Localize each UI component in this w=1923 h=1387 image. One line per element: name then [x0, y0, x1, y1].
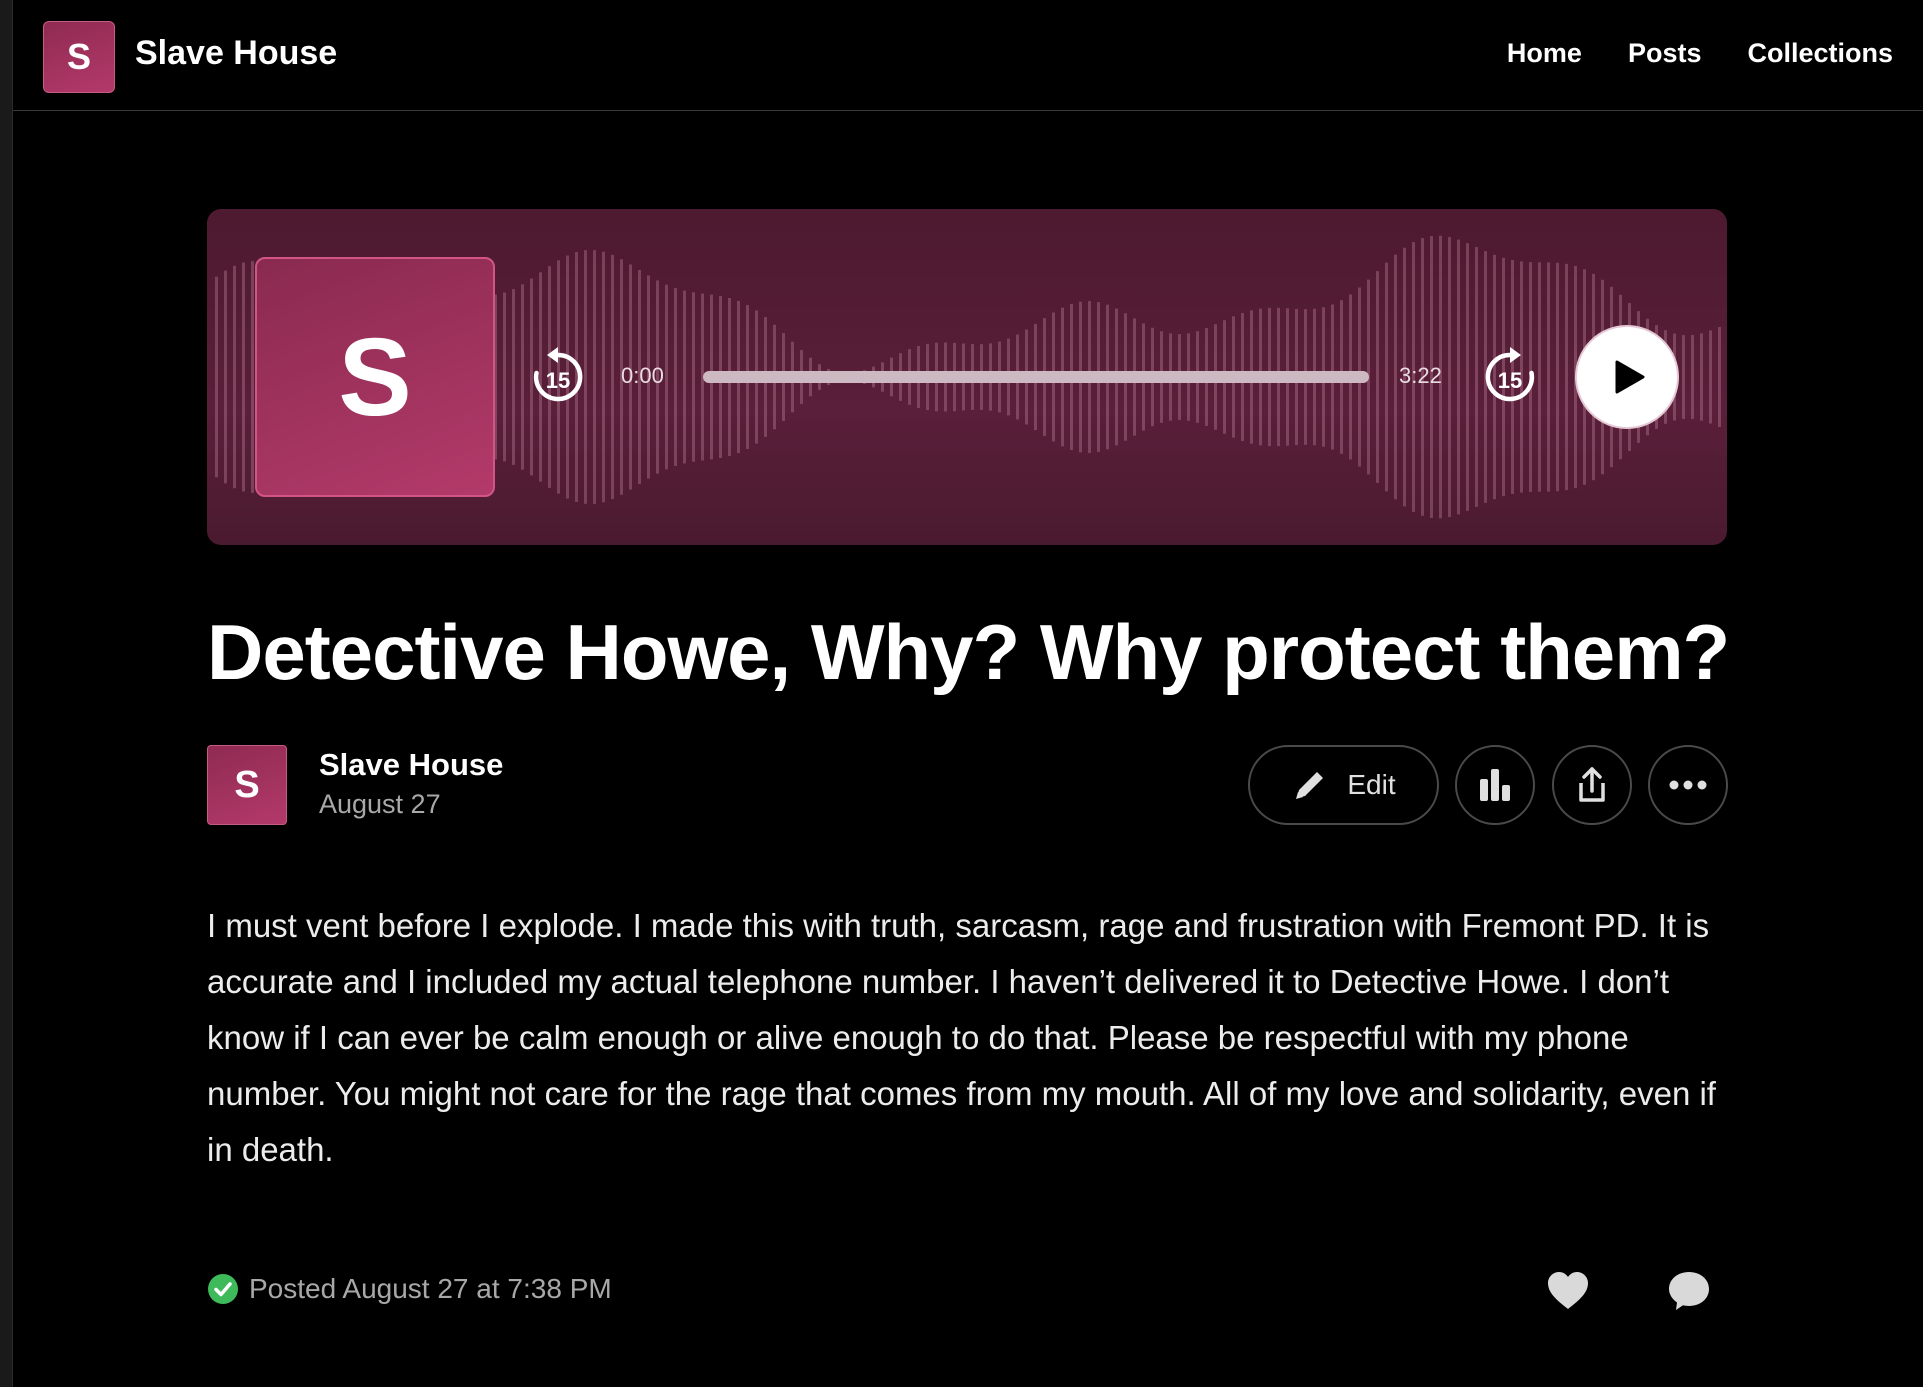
waveform-bar: [1556, 262, 1559, 492]
top-bar: S Slave House Home Posts Collections: [13, 0, 1923, 111]
waveform-bar: [692, 292, 695, 462]
edit-label: Edit: [1347, 769, 1396, 800]
share-button[interactable]: [1552, 745, 1632, 825]
waveform-bar: [233, 265, 236, 489]
post-title: Detective Howe, Why? Why protect them?: [207, 608, 1730, 696]
progress-slider[interactable]: [703, 371, 1369, 383]
nav-posts[interactable]: Posts: [1628, 38, 1702, 69]
episode-artwork: S: [255, 257, 495, 497]
waveform-bar: [521, 284, 524, 470]
waveform-bar: [683, 290, 686, 464]
waveform-bar: [674, 288, 677, 466]
nav-collections[interactable]: Collections: [1747, 38, 1893, 69]
waveform-bar: [251, 261, 254, 493]
waveform-bar: [1457, 239, 1460, 515]
waveform-bar: [1565, 263, 1568, 491]
share-icon: [1579, 767, 1605, 802]
window-edge: [0, 0, 13, 1387]
waveform-bar: [1682, 335, 1685, 419]
waveform-bar: [242, 262, 245, 492]
waveform-bar: [1691, 334, 1694, 420]
waveform-bar: [215, 276, 218, 478]
author-avatar[interactable]: S: [207, 745, 287, 825]
check-circle-icon: [208, 1274, 238, 1304]
edit-button[interactable]: Edit: [1248, 745, 1439, 825]
skip-forward-label: 15: [1498, 368, 1522, 393]
waveform-bar: [1700, 333, 1703, 421]
waveform-bar: [602, 251, 605, 503]
author-name[interactable]: Slave House: [319, 747, 503, 783]
waveform-bar: [1547, 262, 1550, 492]
waveform-bar: [665, 284, 668, 470]
total-time: 3:22: [1399, 363, 1442, 388]
waveform-bar: [611, 254, 614, 500]
more-options-button[interactable]: [1648, 745, 1728, 825]
waveform-bar: [503, 292, 506, 462]
waveform-bar: [1394, 254, 1397, 500]
play-button[interactable]: [1575, 325, 1679, 429]
skip-back-label: 15: [546, 368, 570, 393]
waveform-bar: [224, 270, 227, 484]
skip-back-15-icon[interactable]: 15: [527, 346, 589, 408]
skip-forward-15-icon[interactable]: 15: [1479, 346, 1541, 408]
waveform-bar: [593, 250, 596, 504]
ellipsis-icon: [1669, 780, 1707, 790]
post-body: I must vent before I explode. I made thi…: [207, 907, 1716, 1168]
nav-home[interactable]: Home: [1507, 38, 1582, 69]
waveform-bar: [1376, 271, 1379, 483]
audio-player: S 15 0:00 3:22 15: [207, 209, 1727, 545]
pencil-icon: [1296, 772, 1324, 799]
waveform-bar: [1709, 330, 1712, 424]
post-date: August 27: [319, 789, 441, 819]
stats-button[interactable]: [1455, 745, 1535, 825]
play-icon: [1615, 360, 1645, 394]
main-nav: Home Posts Collections: [1507, 38, 1923, 69]
heart-icon[interactable]: [1545, 1268, 1591, 1314]
waveform-bar: [1385, 262, 1388, 492]
waveform-bar: [1448, 236, 1451, 518]
waveform-bar: [1466, 243, 1469, 511]
posted-text: Posted August 27 at 7:38 PM: [249, 1273, 612, 1304]
waveform-bar: [512, 289, 515, 465]
comment-icon[interactable]: [1666, 1268, 1712, 1314]
site-logo[interactable]: S: [43, 21, 115, 93]
current-time: 0:00: [621, 363, 664, 388]
bar-chart-icon: [1480, 769, 1510, 801]
site-title[interactable]: Slave House: [135, 34, 337, 73]
waveform-bar: [1718, 327, 1721, 427]
waveform-bar: [1475, 247, 1478, 507]
posted-status: Posted August 27 at 7:38 PM: [207, 1273, 612, 1305]
